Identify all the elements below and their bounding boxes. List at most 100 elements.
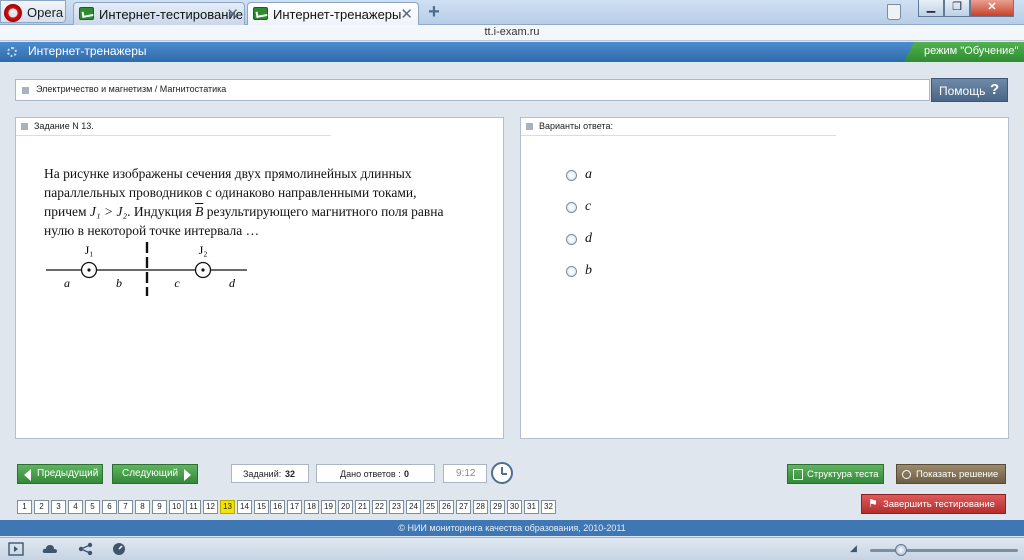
answer-option[interactable]: a bbox=[566, 167, 686, 186]
gear-icon bbox=[7, 47, 17, 57]
page-button[interactable]: 6 bbox=[102, 500, 117, 514]
answered-value: 0 bbox=[404, 469, 410, 479]
zoom-out-icon[interactable]: ◢ bbox=[850, 543, 857, 554]
page-button[interactable]: 10 bbox=[169, 500, 184, 514]
answer-option-label: a bbox=[585, 167, 592, 182]
task-heading: Задание N 13. bbox=[34, 121, 94, 131]
mode-label: режим "Обучение" bbox=[924, 45, 1019, 57]
minimize-button[interactable]: ▁ bbox=[918, 0, 944, 17]
answer-option[interactable]: b bbox=[566, 263, 686, 282]
page-button[interactable]: 1 bbox=[17, 500, 32, 514]
share-icon[interactable] bbox=[78, 542, 94, 556]
answer-option-label: c bbox=[585, 199, 592, 214]
page-button[interactable]: 4 bbox=[68, 500, 83, 514]
task-panel-header: Задание N 13. bbox=[16, 118, 331, 136]
page-button[interactable]: 15 bbox=[254, 500, 269, 514]
total-tasks-counter: Заданий: 32 bbox=[231, 464, 309, 483]
opera-menu-button[interactable]: Opera bbox=[0, 0, 66, 23]
timer-value: 9:12 bbox=[456, 468, 476, 479]
page-button[interactable]: 31 bbox=[524, 500, 539, 514]
bullet-square-icon bbox=[22, 87, 29, 94]
task-text-fragment: результирующего магнитного поля равна bbox=[206, 204, 444, 219]
finish-test-button[interactable]: ⚑ Завершить тестирование bbox=[861, 494, 1006, 514]
page-button[interactable]: 22 bbox=[372, 500, 387, 514]
induction-vector-symbol: B bbox=[195, 204, 204, 219]
radio-button[interactable] bbox=[566, 234, 577, 245]
speed-dial-icon[interactable] bbox=[111, 542, 127, 556]
page-button[interactable]: 19 bbox=[321, 500, 336, 514]
previous-button[interactable]: Предыдущий bbox=[17, 464, 103, 484]
answer-option[interactable]: d bbox=[566, 231, 686, 250]
page-button[interactable]: 21 bbox=[355, 500, 370, 514]
tab-internet-trainers[interactable]: Интернет-тренажеры ✕ bbox=[247, 2, 419, 25]
task-text-line: параллельных проводников с одинаково нап… bbox=[44, 185, 417, 200]
zoom-slider-knob[interactable] bbox=[895, 544, 907, 556]
radio-button[interactable] bbox=[566, 202, 577, 213]
cloud-icon[interactable] bbox=[42, 542, 58, 556]
address-bar[interactable]: tt.i-exam.ru bbox=[0, 25, 1024, 41]
trash-icon[interactable] bbox=[887, 4, 901, 20]
clock-icon[interactable] bbox=[491, 462, 513, 484]
page-button-current[interactable]: 13 bbox=[220, 500, 235, 514]
page-button[interactable]: 24 bbox=[406, 500, 421, 514]
page-button[interactable]: 8 bbox=[135, 500, 150, 514]
page-button[interactable]: 17 bbox=[287, 500, 302, 514]
new-tab-plus-icon[interactable]: + bbox=[424, 2, 444, 22]
radio-button[interactable] bbox=[566, 170, 577, 181]
page-button[interactable]: 3 bbox=[51, 500, 66, 514]
page-button[interactable]: 23 bbox=[389, 500, 404, 514]
browser-tab-bar: Opera Интернет-тестирование ✕ Интернет-т… bbox=[0, 0, 1024, 25]
test-structure-button[interactable]: Структура теста bbox=[787, 464, 884, 484]
show-solution-button[interactable]: Показать решение bbox=[896, 464, 1006, 484]
page-button[interactable]: 20 bbox=[338, 500, 353, 514]
screen: Opera Интернет-тестирование ✕ Интернет-т… bbox=[0, 0, 1024, 560]
app-title: Интернет-тренажеры bbox=[28, 44, 147, 58]
task-text-fragment: . Индукция bbox=[127, 204, 192, 219]
page-button[interactable]: 28 bbox=[473, 500, 488, 514]
previous-label: Предыдущий bbox=[37, 468, 99, 479]
page-button[interactable]: 14 bbox=[237, 500, 252, 514]
test-structure-label: Структура теста bbox=[807, 469, 879, 480]
current-inequality-formula: J₁ > J₂ bbox=[89, 204, 128, 219]
answer-option[interactable]: c bbox=[566, 199, 686, 218]
page-button[interactable]: 32 bbox=[541, 500, 556, 514]
task-text-fragment: причем bbox=[44, 204, 87, 219]
answered-counter: Дано ответов : 0 bbox=[316, 464, 435, 483]
question-mark-icon: ? bbox=[990, 81, 1000, 98]
task-text-line: причем J₁ > J₂. Индукция B результирующе… bbox=[44, 202, 484, 221]
page-button[interactable]: 27 bbox=[456, 500, 471, 514]
zoom-slider[interactable] bbox=[870, 549, 1018, 552]
panel-toggle-icon[interactable] bbox=[8, 542, 24, 556]
page-button[interactable]: 18 bbox=[304, 500, 319, 514]
page-button[interactable]: 25 bbox=[423, 500, 438, 514]
page-button[interactable]: 26 bbox=[439, 500, 454, 514]
maximize-button[interactable]: ❐ bbox=[944, 0, 970, 17]
task-text: На рисунке изображены сечения двух прямо… bbox=[44, 164, 484, 240]
total-tasks-value: 32 bbox=[285, 469, 296, 479]
page-button[interactable]: 9 bbox=[152, 500, 167, 514]
page-button[interactable]: 16 bbox=[270, 500, 285, 514]
region-label: d bbox=[229, 276, 236, 290]
next-button[interactable]: Следующий bbox=[112, 464, 198, 484]
answers-panel: Варианты ответа: a c d b bbox=[520, 117, 1009, 439]
label-j1: J₁ bbox=[85, 243, 94, 257]
tab-internet-testing[interactable]: Интернет-тестирование ✕ bbox=[73, 2, 245, 25]
page-button[interactable]: 7 bbox=[118, 500, 133, 514]
region-label: c bbox=[174, 276, 180, 290]
current-dot-icon bbox=[87, 268, 91, 272]
close-tab-icon[interactable]: ✕ bbox=[226, 5, 239, 23]
close-tab-icon[interactable]: ✕ bbox=[400, 5, 413, 23]
answer-option-label: d bbox=[585, 231, 592, 246]
page-button[interactable]: 29 bbox=[490, 500, 505, 514]
page-button[interactable]: 2 bbox=[34, 500, 49, 514]
timer: 9:12 bbox=[443, 464, 487, 483]
page-button[interactable]: 30 bbox=[507, 500, 522, 514]
page-button[interactable]: 11 bbox=[186, 500, 201, 514]
answered-label: Дано ответов : bbox=[340, 469, 401, 479]
page-button[interactable]: 5 bbox=[85, 500, 100, 514]
task-panel: Задание N 13. На рисунке изображены сече… bbox=[15, 117, 504, 439]
page-button[interactable]: 12 bbox=[203, 500, 218, 514]
help-button[interactable]: Помощь ? bbox=[931, 78, 1008, 102]
radio-button[interactable] bbox=[566, 266, 577, 277]
close-window-button[interactable]: ✕ bbox=[970, 0, 1014, 17]
